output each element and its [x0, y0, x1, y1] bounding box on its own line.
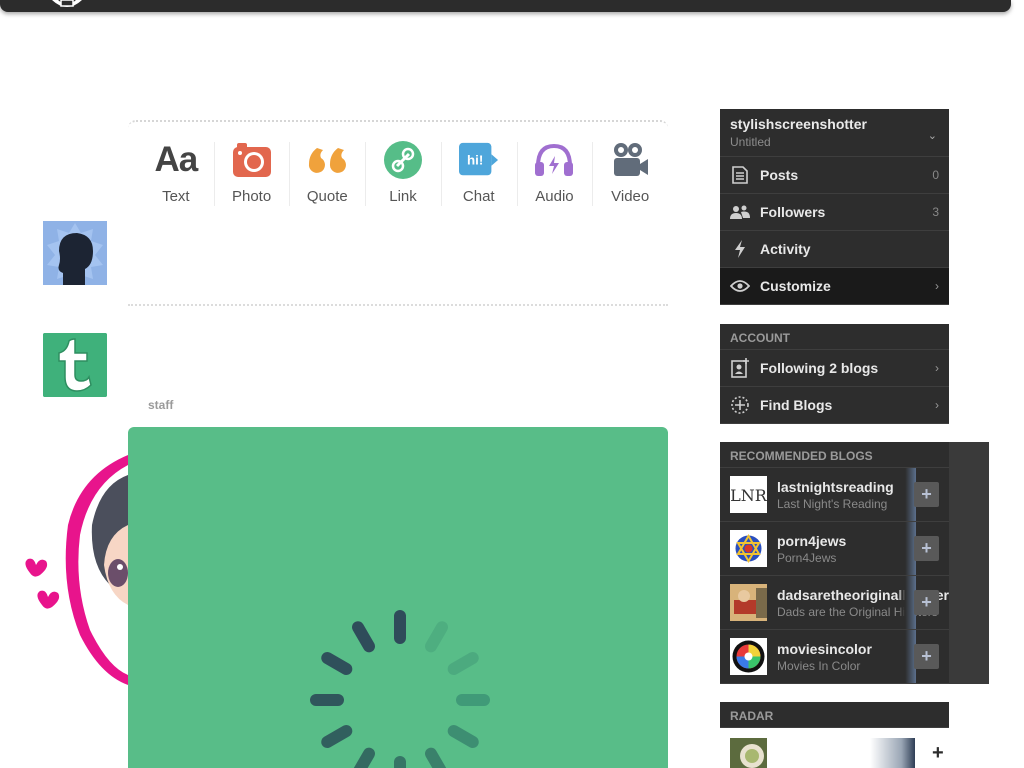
post-type-text[interactable]: Aa Text — [138, 122, 214, 214]
chevron-down-icon: ⌄ — [927, 130, 937, 142]
camera-icon — [232, 140, 272, 180]
headphones-icon — [534, 140, 574, 180]
account-panel: ACCOUNT Following 2 blogs › Find Blogs › — [720, 324, 949, 424]
recommended-blogs-panel: RECOMMENDED BLOGS LNR lastnightsreading … — [720, 442, 989, 684]
blog-title: Untitled — [730, 135, 771, 149]
post-type-quote[interactable]: Quote — [289, 122, 365, 214]
follow-button[interactable]: + — [914, 590, 939, 615]
section-heading: ACCOUNT — [720, 324, 949, 350]
post-author[interactable]: staff — [148, 398, 173, 412]
eye-icon — [730, 276, 750, 296]
recommended-blog-item[interactable]: porn4jews Porn4Jews + — [720, 522, 949, 576]
post-type-label: Audio — [535, 188, 574, 205]
chevron-right-icon: › — [935, 279, 939, 293]
add-contact-icon — [730, 358, 750, 378]
blog-title: Porn4Jews — [777, 550, 837, 565]
post-divider — [128, 304, 668, 306]
post-type-bar: Aa Text Photo Quote Link hi! Chat Audio … — [128, 120, 668, 212]
chevron-right-icon: › — [935, 361, 939, 375]
sidebar-item-followers[interactable]: Followers 3 — [720, 194, 949, 231]
post-type-video[interactable]: Video — [592, 122, 668, 214]
radar-thumbnail — [730, 738, 767, 768]
post-type-label: Chat — [462, 188, 495, 205]
logo-icon[interactable] — [46, 0, 88, 10]
post-type-audio[interactable]: Audio — [516, 122, 593, 214]
blog-name: lastnightsreading — [777, 478, 894, 495]
sidebar-item-find-blogs[interactable]: Find Blogs › — [720, 387, 949, 424]
blog-name: stylishscreenshotter — [730, 116, 867, 132]
sidebar-item-label: Customize — [760, 278, 831, 294]
blog-name: porn4jews — [777, 532, 847, 549]
blog-avatar — [730, 584, 767, 621]
post-type-chat[interactable]: hi! Chat — [440, 122, 517, 214]
sidebar-item-label: Posts — [760, 167, 799, 183]
section-heading: RADAR — [720, 702, 949, 728]
follow-button[interactable]: + — [932, 742, 944, 765]
post-type-photo[interactable]: Photo — [213, 122, 290, 214]
sidebar-item-label: Find Blogs — [760, 397, 833, 413]
sidebar-item-label: Activity — [760, 241, 811, 257]
chat-icon: hi! — [458, 140, 499, 180]
top-navigation-bar — [0, 0, 1011, 12]
radar-panel: RADAR + — [720, 702, 949, 768]
follow-button[interactable]: + — [914, 536, 939, 561]
video-camera-icon — [610, 140, 650, 180]
link-icon — [383, 140, 423, 180]
follow-button[interactable]: + — [914, 482, 939, 507]
quote-icon — [307, 140, 347, 180]
decorative-illustration — [25, 455, 128, 685]
sidebar-item-label: Followers — [760, 204, 826, 220]
blog-avatar — [730, 638, 767, 675]
recommended-blog-item[interactable]: dadsaretheoriginalhipsters Dads are the … — [720, 576, 949, 630]
blog-title: Movies In Color — [777, 658, 861, 673]
radar-item[interactable]: + — [720, 728, 949, 768]
recommended-blog-item[interactable]: moviesincolor Movies In Color + — [720, 630, 949, 684]
blog-avatar: LNR — [730, 476, 767, 513]
staff-avatar[interactable] — [43, 333, 107, 397]
follow-button[interactable]: + — [914, 644, 939, 669]
blog-avatar — [730, 530, 767, 567]
user-avatar[interactable] — [43, 221, 107, 285]
sidebar-item-customize[interactable]: Customize › — [720, 268, 949, 305]
compass-icon — [730, 395, 750, 415]
blog-name: moviesincolor — [777, 640, 872, 657]
text-icon: Aa — [154, 140, 198, 179]
loading-spinner-icon — [310, 610, 490, 768]
sidebar-item-label: Following 2 blogs — [760, 360, 879, 376]
recommended-blog-item[interactable]: LNR lastnightsreading Last Night's Readi… — [720, 468, 949, 522]
document-icon — [730, 165, 750, 185]
sidebar-item-posts[interactable]: Posts 0 — [720, 157, 949, 194]
post-type-label: Text — [162, 188, 190, 205]
blog-title: Last Night's Reading — [777, 496, 888, 511]
post-type-label: Photo — [231, 188, 272, 205]
posts-count: 0 — [932, 168, 939, 182]
svg-text:LNR: LNR — [730, 486, 767, 505]
sidebar-item-activity[interactable]: Activity — [720, 231, 949, 268]
post-type-label: Quote — [306, 188, 348, 205]
section-heading: RECOMMENDED BLOGS — [720, 442, 949, 468]
blog-menu-panel: stylishscreenshotter Untitled ⌄ Posts 0 … — [720, 109, 949, 305]
svg-text:hi!: hi! — [467, 153, 483, 168]
sidebar-item-following[interactable]: Following 2 blogs › — [720, 350, 949, 387]
chevron-right-icon: › — [935, 398, 939, 412]
followers-icon — [730, 202, 750, 222]
lightning-icon — [730, 239, 750, 259]
post-type-label: Link — [389, 188, 417, 205]
followers-count: 3 — [932, 205, 939, 219]
blog-switcher[interactable]: stylishscreenshotter Untitled ⌄ — [720, 109, 949, 157]
post-type-label: Video — [611, 188, 650, 205]
post-type-link[interactable]: Link — [365, 122, 441, 214]
